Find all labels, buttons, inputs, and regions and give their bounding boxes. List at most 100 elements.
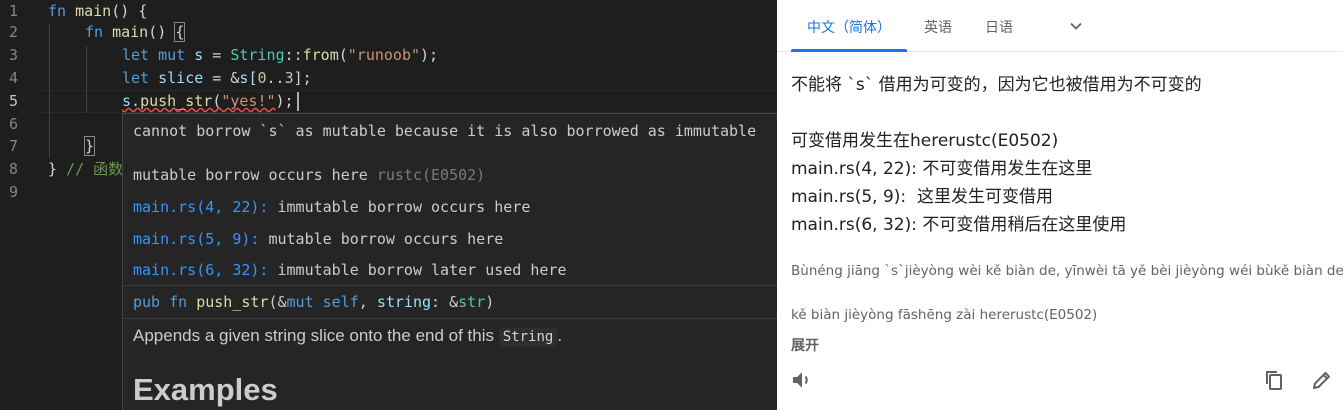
line-number-gutter: 1 2 3 4 5 6 7 8 9 — [0, 0, 40, 410]
translator-panel: 中文（简体） 英语 日语 不能将 `s` 借用为可变的，因为它也被借用为不可变的… — [777, 0, 1343, 410]
variable: s — [194, 46, 204, 64]
function-name: push_str — [140, 92, 213, 110]
translation-line: 可变借用发生在hererustc(E0502) — [791, 131, 1059, 151]
punctuation: () { — [111, 2, 148, 20]
self-param: self — [313, 293, 359, 311]
doc-heading: Examples — [133, 372, 278, 407]
indent-guide — [49, 23, 50, 158]
punctuation: , — [358, 293, 377, 311]
related-info-item[interactable]: main.rs(4, 22): immutable borrow occurs … — [133, 198, 530, 216]
expand-button[interactable]: 展开 — [791, 335, 819, 355]
keyword: fn — [48, 2, 67, 20]
punctuation: ( — [338, 46, 348, 64]
punctuation: ]; — [293, 69, 312, 87]
punctuation: ( — [212, 92, 222, 110]
tab-chinese-simplified[interactable]: 中文（简体） — [807, 17, 891, 37]
related-info-item[interactable]: main.rs(6, 32): immutable borrow later u… — [133, 261, 566, 279]
indent-guide — [86, 46, 87, 113]
chevron-down-icon[interactable] — [1068, 18, 1084, 34]
error-message: cannot borrow `s` as mutable because it … — [133, 122, 757, 140]
function-name: main — [112, 23, 149, 41]
line-number: 6 — [8, 115, 18, 133]
keyword: let — [122, 69, 150, 87]
parameter-name: string — [376, 293, 432, 311]
translation-line: main.rs(6, 32): 不可变借用稍后在这里使用 — [791, 215, 1127, 235]
code-line-8[interactable]: } // 函数 — [48, 158, 123, 181]
variable: slice — [158, 69, 204, 87]
punctuation: ) — [485, 293, 495, 311]
divider — [123, 318, 777, 319]
keyword: mut — [286, 293, 314, 311]
translation-line: 不能将 `s` 借用为可变的，因为它也被借用为不可变的 — [791, 75, 1202, 95]
tab-english[interactable]: 英语 — [924, 17, 952, 37]
code-line-4[interactable]: let slice = &s[0..3]; — [122, 67, 312, 90]
tab-japanese[interactable]: 日语 — [985, 17, 1013, 37]
divider — [123, 285, 777, 286]
related-info-item[interactable]: mutable borrow occurs here rustc(E0502) — [133, 166, 485, 184]
source-location-link[interactable]: main.rs(6, 32): — [133, 261, 268, 279]
function-name: push_str — [196, 293, 269, 311]
function-signature: pub fn push_str(&mut self, string: &str) — [133, 293, 494, 311]
punctuation: ); — [275, 92, 294, 110]
related-text: immutable borrow later used here — [268, 261, 567, 279]
doc-description: Appends a given string slice onto the en… — [133, 326, 562, 346]
punctuation: } — [48, 160, 58, 178]
punctuation: . — [131, 92, 141, 110]
active-tab-indicator — [791, 49, 907, 52]
comment: // 函数 — [66, 160, 124, 178]
code-line-5[interactable]: s.push_str("yes!"); — [122, 90, 294, 113]
line-number: 4 — [8, 69, 18, 87]
keyword: let — [122, 46, 150, 64]
error-squiggle[interactable]: s.push_str("yes!" — [122, 92, 276, 110]
edit-pencil-icon[interactable] — [1310, 368, 1334, 392]
function-name: main — [75, 2, 112, 20]
string-literal: "runoob" — [347, 46, 421, 64]
keyword: fn — [85, 23, 104, 41]
operator: = & — [203, 69, 240, 87]
punctuation: () — [148, 23, 176, 41]
diagnostic-hover-popup[interactable]: cannot borrow `s` as mutable because it … — [122, 113, 777, 410]
inline-code: String — [498, 328, 558, 346]
punctuation: ); — [420, 46, 439, 64]
code-line-7[interactable]: } — [83, 135, 96, 158]
related-text: mutable borrow occurs here — [259, 230, 504, 248]
code-line-1[interactable]: fn main() { — [48, 0, 147, 23]
related-info-item[interactable]: main.rs(5, 9): mutable borrow occurs her… — [133, 230, 503, 248]
keyword: mut — [158, 46, 186, 64]
punctuation: : & — [431, 293, 459, 311]
code-line-2[interactable]: fn main() { — [85, 21, 186, 44]
translation-line: main.rs(5, 9): 这里发生可变借用 — [791, 187, 1053, 207]
doc-text: . — [557, 326, 563, 345]
line-number: 2 — [8, 23, 18, 41]
code-line-3[interactable]: let mut s = String::from("runoob"); — [122, 44, 438, 67]
line-number: 1 — [8, 2, 18, 20]
keyword: fn — [169, 293, 188, 311]
related-text: mutable borrow occurs here — [133, 166, 368, 184]
text-cursor — [297, 92, 299, 111]
source-location-link[interactable]: main.rs(5, 9): — [133, 230, 259, 248]
line-number: 7 — [8, 137, 18, 155]
punctuation: (& — [268, 293, 287, 311]
copy-icon[interactable] — [1262, 368, 1286, 392]
function-name: from — [302, 46, 339, 64]
code-editor[interactable]: 1 2 3 4 5 6 7 8 9 fn main() { fn main() … — [0, 0, 777, 410]
language-tabs: 中文（简体） 英语 日语 — [777, 0, 1343, 52]
line-number: 8 — [8, 160, 18, 178]
line-number: 9 — [8, 183, 18, 201]
speaker-icon[interactable] — [790, 368, 814, 392]
error-code: rustc(E0502) — [376, 166, 486, 184]
matched-bracket: { — [174, 22, 186, 42]
type-name: str — [458, 293, 486, 311]
variable: s — [122, 92, 132, 110]
number-literal: 0 — [257, 69, 267, 87]
source-location-link[interactable]: main.rs(4, 22): — [133, 198, 268, 216]
operator: = — [203, 46, 231, 64]
doc-text: Appends a given string slice onto the en… — [133, 326, 499, 345]
related-text: immutable borrow occurs here — [268, 198, 531, 216]
range-operator: .. — [266, 69, 285, 87]
line-number: 3 — [8, 46, 18, 64]
translation-line: main.rs(4, 22): 不可变借用发生在这里 — [791, 159, 1093, 179]
number-literal: 3 — [284, 69, 294, 87]
string-literal: "yes!" — [221, 92, 276, 110]
type-name: String — [230, 46, 285, 64]
